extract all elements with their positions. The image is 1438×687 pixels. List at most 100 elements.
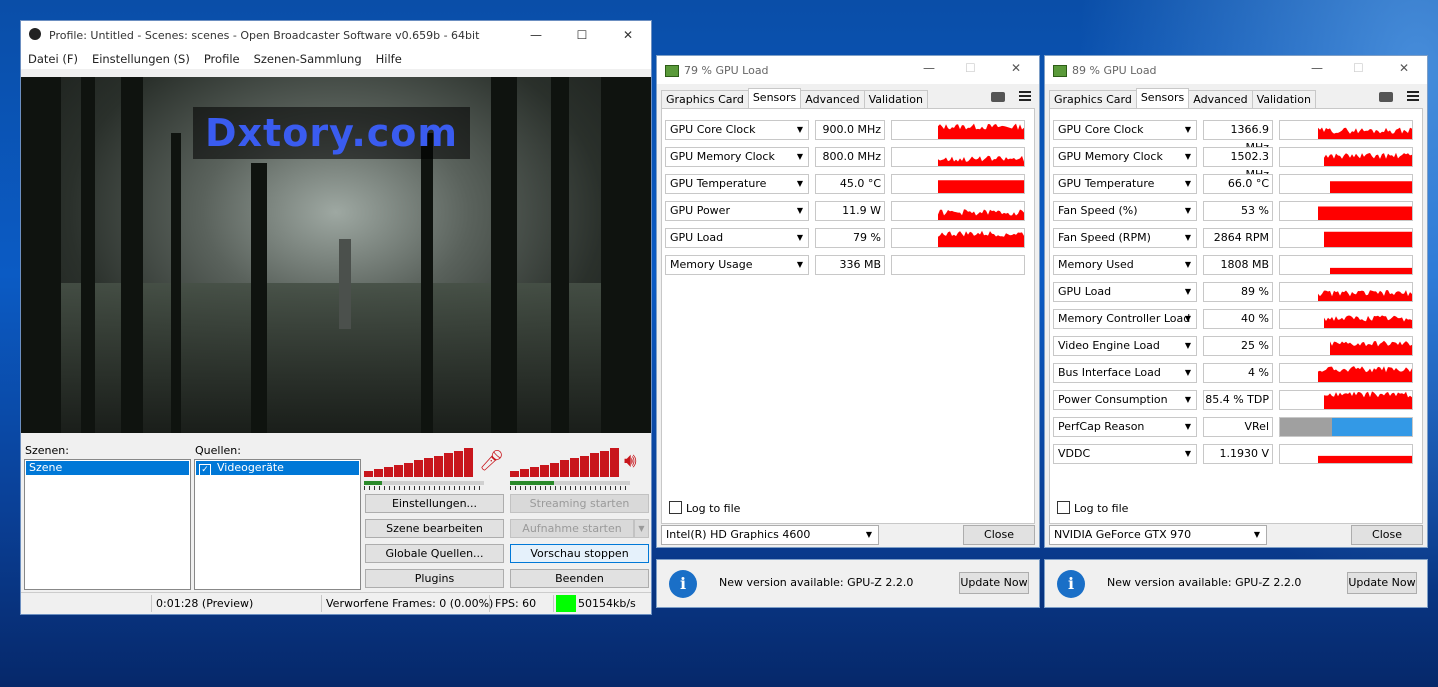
menu-einstellungen[interactable]: Einstellungen (S) (92, 52, 190, 66)
update-now-button[interactable]: Update Now (959, 572, 1029, 594)
stop-preview-button[interactable]: Vorschau stoppen (510, 544, 649, 563)
sensor-name-select[interactable]: GPU Memory Clock ▼ (1053, 147, 1197, 167)
scenes-list[interactable]: Szene (24, 459, 191, 590)
scene-item[interactable]: Szene (26, 461, 189, 475)
obs-titlebar[interactable]: Profile: Untitled - Scenes: scenes - Ope… (21, 21, 651, 49)
sensor-name-select[interactable]: PerfCap Reason ▼ (1053, 417, 1197, 437)
tab-advanced[interactable]: Advanced (1188, 90, 1253, 110)
sensor-value: 336 MB (815, 255, 885, 275)
sensor-graph-plot (1318, 455, 1412, 463)
exit-button[interactable]: Beenden (510, 569, 649, 588)
device-select[interactable]: Intel(R) HD Graphics 4600 ▼ (661, 525, 879, 545)
recording-dropdown-icon[interactable]: ▼ (634, 519, 649, 538)
plugins-button[interactable]: Plugins (365, 569, 504, 588)
sensor-name-select[interactable]: VDDC ▼ (1053, 444, 1197, 464)
sensor-name-select[interactable]: GPU Core Clock ▼ (665, 120, 809, 140)
sensor-graph-plot (1324, 152, 1412, 166)
global-sources-button[interactable]: Globale Quellen... (365, 544, 504, 563)
checkbox-icon[interactable] (1057, 501, 1070, 514)
start-streaming-button[interactable]: Streaming starten (510, 494, 649, 513)
microphone-icon[interactable]: 🎤︎ (479, 448, 504, 472)
close-icon[interactable]: ✕ (1011, 61, 1021, 75)
sensor-name: GPU Memory Clock (1058, 150, 1163, 163)
tab-advanced[interactable]: Advanced (800, 90, 865, 110)
camera-icon[interactable] (1379, 92, 1393, 102)
sensor-name-select[interactable]: Bus Interface Load ▼ (1053, 363, 1197, 383)
sensor-graph-plot (1318, 206, 1412, 220)
sensor-name-select[interactable]: Video Engine Load ▼ (1053, 336, 1197, 356)
menu-icon[interactable] (1407, 91, 1419, 101)
gpuz-titlebar[interactable]: 79 % GPU Load — ☐ ✕ (657, 56, 1039, 84)
sensor-name-select[interactable]: GPU Power ▼ (665, 201, 809, 221)
gpuz-titlebar[interactable]: 89 % GPU Load — ☐ ✕ (1045, 56, 1427, 84)
menu-datei[interactable]: Datei (F) (28, 52, 78, 66)
checkbox-icon[interactable]: ✓ (199, 464, 211, 476)
sensor-name-select[interactable]: Memory Usage ▼ (665, 255, 809, 275)
close-icon[interactable]: ✕ (605, 21, 651, 49)
sensor-value: 800.0 MHz (815, 147, 885, 167)
sensor-graph (1279, 336, 1413, 356)
sensor-value: 85.4 % TDP (1203, 390, 1273, 410)
sources-label: Quellen: (195, 444, 241, 457)
close-button[interactable]: Close (963, 525, 1035, 545)
sensor-name: GPU Core Clock (670, 123, 756, 136)
sensor-graph (1279, 309, 1413, 329)
chevron-down-icon: ▼ (1184, 125, 1191, 134)
sensor-graph-plot (938, 230, 1024, 247)
settings-button[interactable]: Einstellungen... (365, 494, 504, 513)
log-to-file-checkbox[interactable]: Log to file (669, 501, 740, 515)
close-button[interactable]: Close (1351, 525, 1423, 545)
chevron-down-icon: ▼ (1253, 530, 1260, 539)
sensor-name-select[interactable]: Fan Speed (RPM) ▼ (1053, 228, 1197, 248)
sensor-name-select[interactable]: GPU Temperature ▼ (1053, 174, 1197, 194)
sensor-name-select[interactable]: GPU Load ▼ (665, 228, 809, 248)
chevron-down-icon: ▼ (1184, 395, 1191, 404)
tab-sensors[interactable]: Sensors (1135, 88, 1190, 110)
tab-graphics-card[interactable]: Graphics Card (661, 90, 749, 110)
desktop-volume-slider[interactable] (510, 445, 619, 477)
sensor-name-select[interactable]: GPU Temperature ▼ (665, 174, 809, 194)
source-item[interactable]: ✓ Videogeräte (196, 461, 359, 476)
minimize-icon[interactable]: — (923, 61, 935, 75)
tab-sensors[interactable]: Sensors (747, 88, 802, 110)
maximize-icon[interactable]: ☐ (559, 21, 605, 49)
sensor-name-select[interactable]: GPU Core Clock ▼ (1053, 120, 1197, 140)
tab-validation[interactable]: Validation (863, 90, 928, 110)
mic-volume-slider[interactable] (364, 445, 473, 477)
menu-icon[interactable] (1019, 91, 1031, 101)
close-icon[interactable]: ✕ (1399, 61, 1409, 75)
sensor-name-select[interactable]: Fan Speed (%) ▼ (1053, 201, 1197, 221)
minimize-icon[interactable]: — (1311, 61, 1323, 75)
menu-hilfe[interactable]: Hilfe (376, 52, 402, 66)
camera-icon[interactable] (991, 92, 1005, 102)
status-time: 0:01:28 (Preview) (156, 597, 254, 610)
sensor-name-select[interactable]: GPU Memory Clock ▼ (665, 147, 809, 167)
sensor-graph-area (1318, 127, 1412, 139)
minimize-icon[interactable]: — (513, 21, 559, 49)
menu-szenen-sammlung[interactable]: Szenen-Sammlung (254, 52, 362, 66)
sensor-name-select[interactable]: Memory Used ▼ (1053, 255, 1197, 275)
sensor-name-select[interactable]: GPU Load ▼ (1053, 282, 1197, 302)
obs-window-title: Profile: Untitled - Scenes: scenes - Ope… (49, 28, 480, 42)
start-recording-button[interactable]: Aufnahme starten (510, 519, 634, 538)
sensor-graph (891, 255, 1025, 275)
sensor-value: 1.1930 V (1203, 444, 1273, 464)
sensor-name-select[interactable]: Memory Controller Load ▼ (1053, 309, 1197, 329)
sensor-name: GPU Temperature (1058, 177, 1155, 190)
checkbox-icon[interactable] (669, 501, 682, 514)
sensor-graph (1279, 282, 1413, 302)
tab-validation[interactable]: Validation (1251, 90, 1316, 110)
update-now-button[interactable]: Update Now (1347, 572, 1417, 594)
sensor-graph-plot (1318, 127, 1412, 139)
tab-graphics-card[interactable]: Graphics Card (1049, 90, 1137, 110)
sources-list[interactable]: ✓ Videogeräte (194, 459, 361, 590)
sensor-name: Memory Usage (670, 258, 753, 271)
chevron-down-icon: ▼ (1184, 179, 1191, 188)
device-select[interactable]: NVIDIA GeForce GTX 970 ▼ (1049, 525, 1267, 545)
speaker-icon[interactable]: 🔊︎ (624, 448, 637, 472)
menu-profile[interactable]: Profile (204, 52, 240, 66)
sensor-name-select[interactable]: Power Consumption ▼ (1053, 390, 1197, 410)
edit-scene-button[interactable]: Szene bearbeiten (365, 519, 504, 538)
chevron-down-icon: ▼ (796, 152, 803, 161)
log-to-file-checkbox[interactable]: Log to file (1057, 501, 1128, 515)
